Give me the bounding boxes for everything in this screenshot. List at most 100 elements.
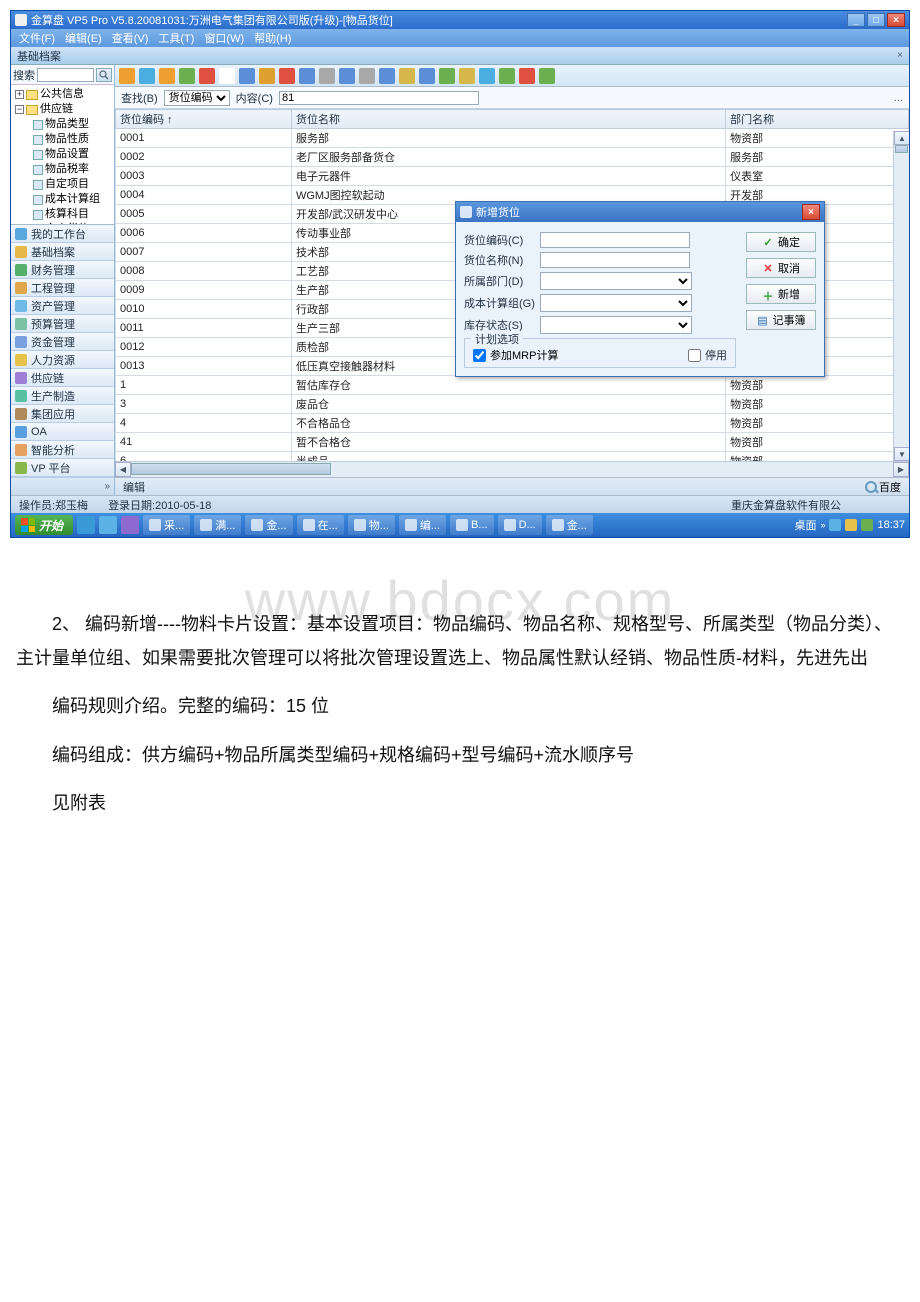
tree-node[interactable]: 仓库货位 — [13, 222, 114, 225]
stop-checkbox[interactable] — [688, 349, 701, 362]
toolbar-icon[interactable] — [159, 68, 175, 84]
toolbar-icon[interactable] — [539, 68, 555, 84]
module-nav-item[interactable]: 工程管理 — [11, 279, 114, 297]
find-content-input[interactable] — [279, 91, 479, 105]
table-row[interactable]: 6半成品物资部 — [116, 452, 909, 462]
toolbar-icon[interactable] — [179, 68, 195, 84]
tree-node[interactable]: 物品性质 — [13, 132, 114, 147]
menu-item[interactable]: 查看(V) — [108, 30, 153, 46]
toolbar-icon[interactable] — [239, 68, 255, 84]
scroll-down-arrow-icon[interactable]: ▼ — [894, 447, 909, 461]
hscroll-right-arrow-icon[interactable]: ▶ — [893, 462, 909, 477]
field-name-input[interactable] — [540, 252, 690, 268]
tree-node[interactable]: −供应链 — [13, 102, 114, 117]
toolbar-icon[interactable] — [279, 68, 295, 84]
module-nav-item[interactable]: 资产管理 — [11, 297, 114, 315]
scroll-up-arrow-icon[interactable]: ▲ — [894, 131, 909, 145]
tree-node[interactable]: 物品税率 — [13, 162, 114, 177]
tree-node[interactable]: 物品类型 — [13, 117, 114, 132]
table-row[interactable]: 3废品仓物资部 — [116, 395, 909, 414]
taskbar-app-button[interactable]: 在... — [297, 515, 344, 535]
tree-node[interactable]: +公共信息 — [13, 87, 114, 102]
toolbar-icon[interactable] — [399, 68, 415, 84]
toolbar-icon[interactable] — [119, 68, 135, 84]
module-nav-item[interactable]: 生产制造 — [11, 387, 114, 405]
taskbar-app-button[interactable]: B... — [450, 515, 494, 535]
taskbar-app-button[interactable]: 物... — [348, 515, 395, 535]
module-nav-item[interactable]: 财务管理 — [11, 261, 114, 279]
module-nav-item[interactable]: 集团应用 — [11, 405, 114, 423]
table-row[interactable]: 0003电子元器件仪表室 — [116, 167, 909, 186]
module-nav-item[interactable]: 我的工作台 — [11, 225, 114, 243]
search-input[interactable] — [37, 68, 94, 82]
toolbar-icon[interactable] — [259, 68, 275, 84]
field-code-input[interactable] — [540, 232, 690, 248]
toolbar-icon[interactable] — [379, 68, 395, 84]
ok-button[interactable]: ✓确定 — [746, 232, 816, 252]
toolbar-icon[interactable] — [419, 68, 435, 84]
window-maximize-button[interactable]: □ — [867, 13, 885, 27]
expand-icon[interactable]: » — [104, 481, 110, 492]
field-state-combo[interactable] — [540, 316, 692, 334]
table-row[interactable]: 41暂不合格仓物资部 — [116, 433, 909, 452]
more-options-button[interactable]: ... — [894, 92, 903, 104]
module-nav-item[interactable]: OA — [11, 423, 114, 441]
tree-node[interactable]: 成本计算组 — [13, 192, 114, 207]
module-nav-item[interactable]: 人力资源 — [11, 351, 114, 369]
toolbar-icon[interactable] — [199, 68, 215, 84]
toolbar-icon[interactable] — [499, 68, 515, 84]
cancel-button[interactable]: ✕取消 — [746, 258, 816, 278]
toolbar-icon[interactable] — [139, 68, 155, 84]
toolbar-icon[interactable] — [299, 68, 315, 84]
dialog-titlebar[interactable]: 新增货位 × — [456, 202, 824, 222]
find-field-combo[interactable]: 货位编码 — [164, 90, 230, 106]
taskbar-app-button[interactable]: 满... — [194, 515, 241, 535]
toolbar-icon[interactable] — [479, 68, 495, 84]
toolbar-icon[interactable] — [439, 68, 455, 84]
table-row[interactable]: 1暂估库存仓物资部 — [116, 376, 909, 395]
menu-item[interactable]: 窗口(W) — [200, 30, 248, 46]
quicklaunch-desktop-icon[interactable] — [99, 516, 117, 534]
toolbar-icon[interactable] — [519, 68, 535, 84]
toolbar-icon[interactable] — [339, 68, 355, 84]
table-row[interactable]: 0001服务部物资部 — [116, 129, 909, 148]
hscroll-thumb[interactable] — [131, 463, 331, 475]
tray-icon[interactable] — [861, 519, 873, 531]
menu-item[interactable]: 文件(F) — [15, 30, 59, 46]
module-nav-item[interactable]: VP 平台 — [11, 459, 114, 477]
tree-node[interactable]: 核算科目 — [13, 207, 114, 222]
tray-icon[interactable] — [829, 519, 841, 531]
menu-item[interactable]: 工具(T) — [154, 30, 198, 46]
horizontal-scrollbar[interactable]: ◀ ▶ — [115, 461, 909, 477]
vertical-scrollbar[interactable]: ▲ ▼ — [893, 131, 909, 461]
toolbar-icon[interactable] — [219, 68, 235, 84]
collapse-icon[interactable]: − — [15, 105, 24, 114]
table-row[interactable]: 0002老厂区服务部备货仓服务部 — [116, 148, 909, 167]
column-header[interactable]: 货位编码 ↑ — [116, 110, 292, 129]
quicklaunch-app-icon[interactable] — [121, 516, 139, 534]
window-close-button[interactable]: × — [887, 13, 905, 27]
tree-node[interactable]: 物品设置 — [13, 147, 114, 162]
add-button[interactable]: ＋新增 — [746, 284, 816, 304]
module-nav-item[interactable]: 智能分析 — [11, 441, 114, 459]
module-nav-item[interactable]: 预算管理 — [11, 315, 114, 333]
toolbar-icon[interactable] — [319, 68, 335, 84]
taskbar-app-button[interactable]: 金... — [245, 515, 292, 535]
tree-node[interactable]: 自定项目 — [13, 177, 114, 192]
baidu-label[interactable]: 百度 — [879, 479, 901, 495]
nav-tree[interactable]: +公共信息−供应链物品类型物品性质物品设置物品税率自定项目成本计算组核算科目仓库… — [11, 85, 114, 225]
search-button[interactable] — [96, 68, 112, 82]
panel-close-icon[interactable]: × — [897, 50, 903, 61]
tray-icon[interactable] — [845, 519, 857, 531]
scroll-thumb[interactable] — [895, 145, 908, 153]
menu-item[interactable]: 编辑(E) — [61, 30, 106, 46]
hscroll-left-arrow-icon[interactable]: ◀ — [115, 462, 131, 477]
stop-checkbox-row[interactable]: 停用 — [688, 347, 727, 363]
table-row[interactable]: 4不合格品仓物资部 — [116, 414, 909, 433]
module-nav-item[interactable]: 基础档案 — [11, 243, 114, 261]
column-header[interactable]: 货位名称 — [291, 110, 725, 129]
tray-desktop-label[interactable]: 桌面 — [794, 517, 816, 533]
dialog-close-button[interactable]: × — [802, 204, 820, 220]
module-nav-item[interactable]: 资金管理 — [11, 333, 114, 351]
expand-icon[interactable]: + — [15, 90, 24, 99]
